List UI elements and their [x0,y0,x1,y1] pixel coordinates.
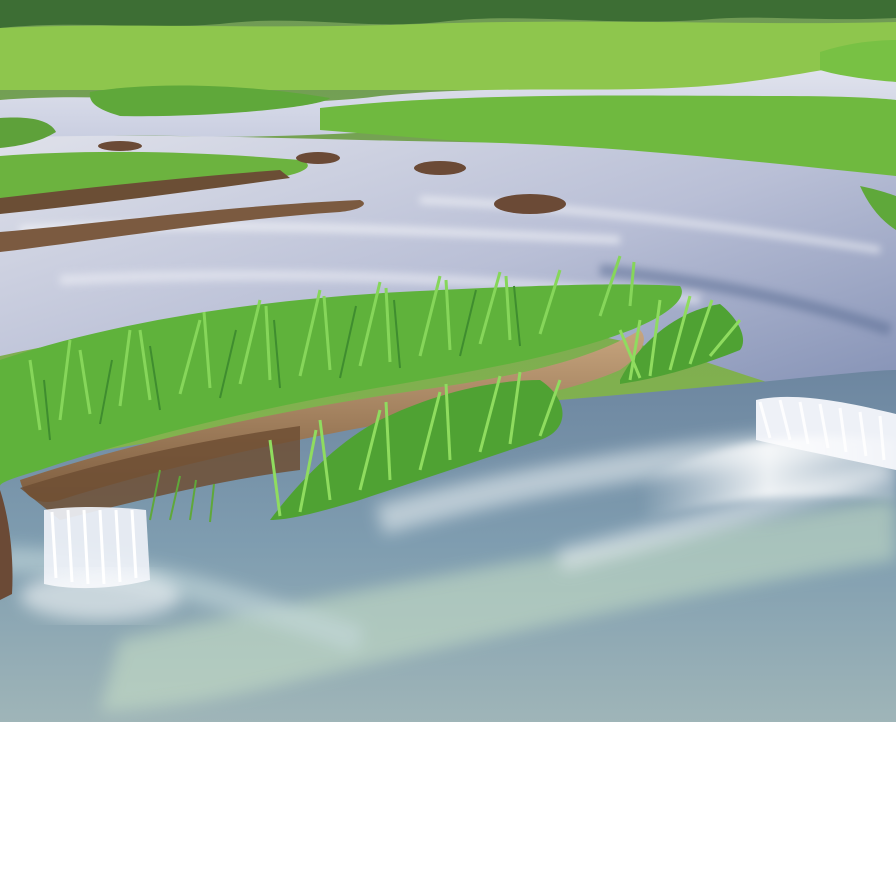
rock [98,141,142,151]
white-margin [0,722,896,896]
rock [494,194,566,214]
page [0,0,896,896]
stream-scene [0,0,896,722]
landscape-photo [0,0,896,722]
rock [296,152,340,164]
rock [414,161,466,175]
far-field [0,21,896,90]
